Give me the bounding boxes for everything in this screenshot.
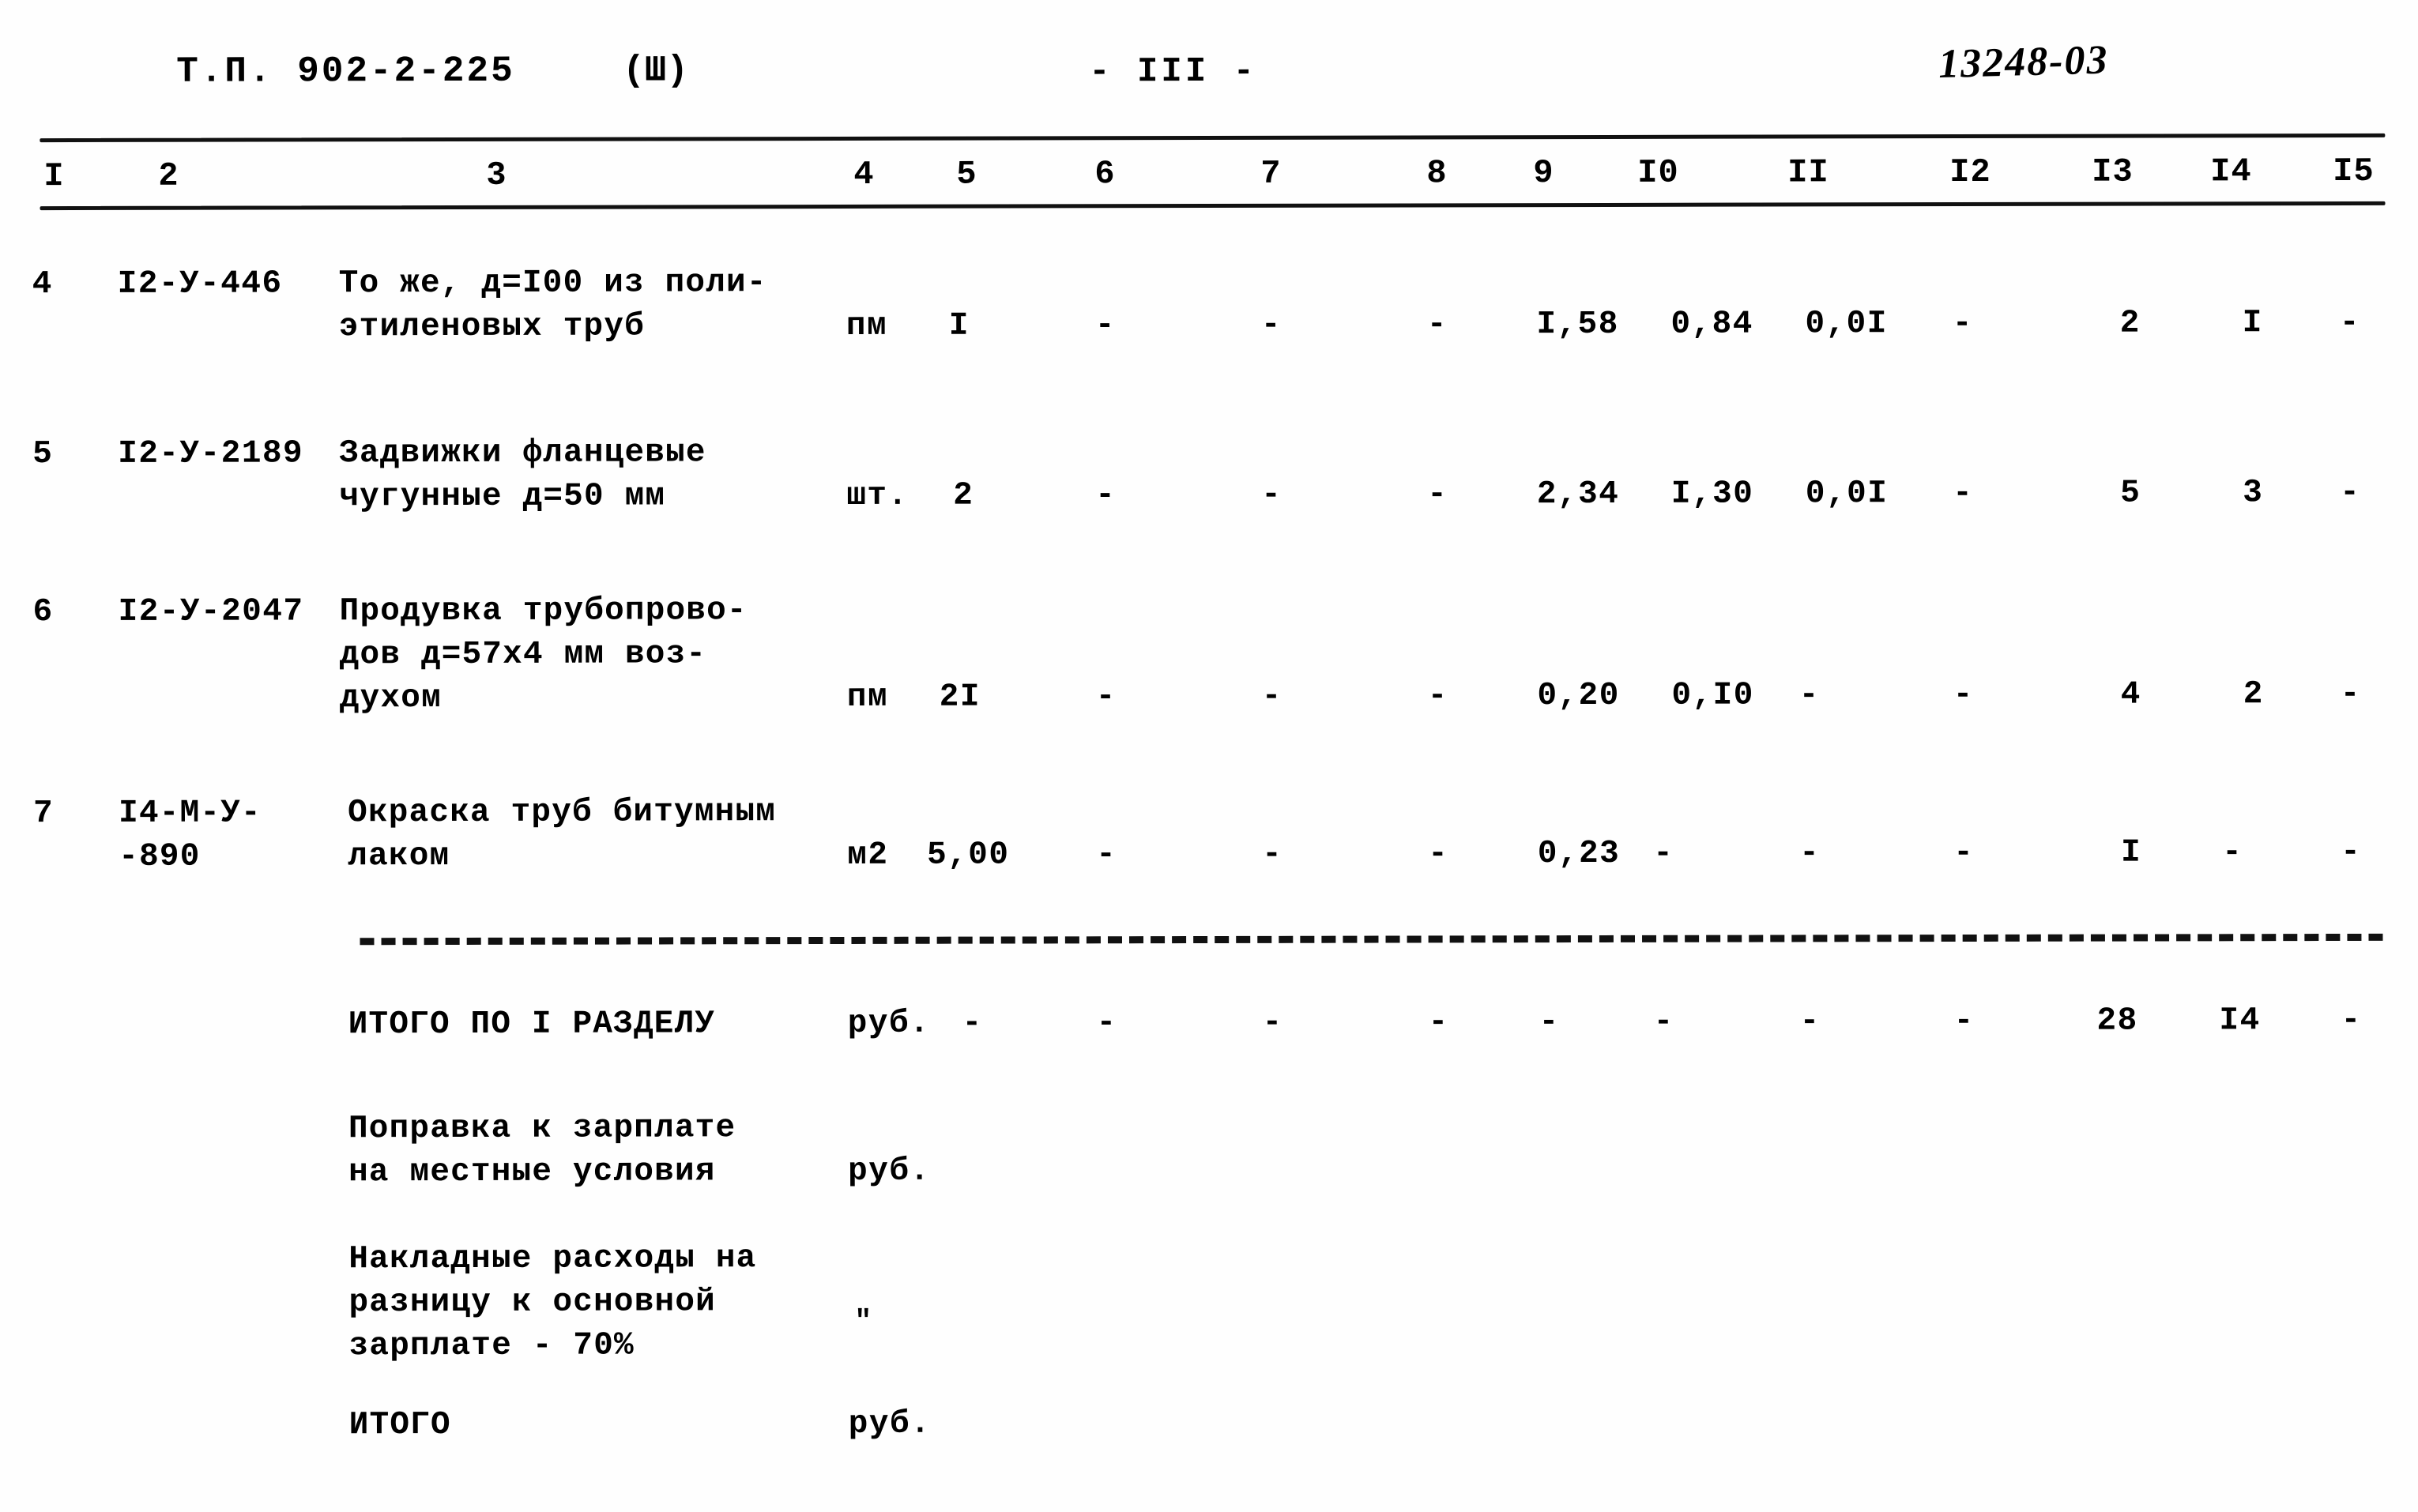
row-col15: -: [2339, 304, 2360, 342]
row-col11: -: [1798, 677, 1820, 714]
document-page: Т.П. 902-2-225 (Ш) - III - 13248-03 I 2 …: [0, 0, 2418, 1512]
row-unit: пм: [846, 679, 889, 716]
row-col11: 0,0I: [1805, 306, 1888, 343]
row-col12: -: [1953, 834, 1975, 872]
row-col9: 0,23: [1537, 835, 1621, 873]
column-header-2: 2: [158, 156, 179, 195]
row-col11: -: [1799, 835, 1821, 872]
row-description: Продувка трубопрово- дов д=57х4 мм воз- …: [339, 592, 748, 717]
row-col12: -: [1953, 676, 1974, 714]
summary-label: Накладные расходы на разницу к основной …: [348, 1240, 757, 1365]
summary-col11: -: [1799, 1003, 1821, 1040]
row-description: То же, д=I00 из поли- этиленовых труб: [338, 265, 767, 346]
table-row: 4: [32, 266, 53, 303]
summary-unit: руб.: [847, 1005, 931, 1042]
table-row: 5: [32, 436, 54, 473]
row-col14: 3: [2243, 475, 2264, 512]
table-row: 6: [32, 594, 54, 631]
column-header-12: I2: [1949, 152, 1991, 192]
row-col12: -: [1952, 305, 1973, 343]
row-col13: 4: [2120, 676, 2141, 713]
column-header-1: I: [43, 157, 65, 196]
row-col15: -: [2341, 833, 2362, 871]
row-col7: -: [1261, 678, 1282, 715]
table-rule-bottom: [40, 201, 2386, 211]
summary-unit: руб.: [848, 1153, 931, 1190]
row-code: I4-М-У- -890: [119, 795, 262, 875]
row-col13: I: [2121, 834, 2142, 871]
row-unit: м2: [847, 837, 889, 874]
row-qty: 2I: [939, 679, 981, 716]
row-col7: -: [1261, 476, 1282, 513]
column-header-10: I0: [1637, 153, 1679, 192]
stamp-number: 13248-03: [1938, 37, 2110, 88]
summary-unit: ": [854, 1304, 873, 1337]
row-qty: I: [948, 307, 970, 344]
row-code: I2-У-2189: [118, 435, 304, 472]
row-col6: -: [1094, 307, 1116, 344]
column-header-5: 5: [956, 155, 977, 194]
row-col13: 2: [2119, 305, 2141, 342]
column-header-4: 4: [853, 155, 875, 194]
row-col7: -: [1262, 836, 1283, 873]
summary-col15: -: [2341, 1002, 2362, 1040]
table-rule-top: [40, 133, 2386, 143]
row-col13: 5: [2120, 475, 2141, 512]
row-col6: -: [1096, 837, 1117, 874]
column-header-7: 7: [1260, 154, 1282, 193]
column-header-3: 3: [486, 156, 507, 194]
summary-label: ИТОГО: [348, 1407, 451, 1444]
column-header-15: I5: [2333, 152, 2375, 191]
summary-col10: -: [1653, 1003, 1674, 1040]
row-col6: -: [1095, 679, 1117, 716]
column-header-14: I4: [2210, 152, 2252, 191]
document-code: Т.П. 902-2-225: [176, 50, 515, 92]
row-code: I2-У-446: [117, 265, 283, 303]
row-col15: -: [2340, 675, 2361, 713]
row-col14: I: [2242, 305, 2263, 342]
table-row: 7: [33, 795, 55, 833]
section-separator: [360, 933, 2383, 946]
row-col11: 0,0I: [1805, 476, 1889, 513]
summary-col12: -: [1953, 1002, 1975, 1040]
row-col14: 2: [2243, 676, 2264, 713]
summary-col8: -: [1428, 1004, 1449, 1041]
row-description: Задвижки фланцевые чугунные д=50 мм: [339, 434, 706, 516]
summary-label: ИТОГО ПО I РАЗДЕЛУ: [348, 1006, 716, 1044]
column-header-8: 8: [1426, 154, 1448, 193]
document-variant: (Ш): [623, 50, 689, 92]
scanned-sheet: Т.П. 902-2-225 (Ш) - III - 13248-03 I 2 …: [0, 0, 2418, 1512]
summary-col6: -: [1096, 1005, 1117, 1042]
row-col12: -: [1953, 475, 1974, 513]
row-qty: 2: [953, 477, 974, 514]
row-col7: -: [1260, 307, 1282, 344]
summary-label: Поправка к зарплате на местные условия: [348, 1110, 736, 1191]
column-header-11: II: [1787, 153, 1829, 192]
summary-col7: -: [1262, 1004, 1283, 1041]
row-col10: 0,I0: [1671, 677, 1754, 714]
row-unit: пм: [846, 307, 888, 344]
row-col10: -: [1653, 835, 1674, 872]
summary-col9: -: [1539, 1004, 1560, 1041]
column-header-9: 9: [1533, 154, 1554, 193]
row-description: Окраска труб битумным лаком: [348, 794, 777, 875]
column-header-13: I3: [2092, 152, 2134, 191]
summary-col13: 28: [2096, 1002, 2138, 1040]
row-col6: -: [1095, 477, 1117, 514]
page-label: - III -: [1089, 51, 1258, 92]
summary-unit: руб.: [848, 1405, 932, 1442]
summary-qty: -: [962, 1005, 983, 1042]
row-unit: шт.: [846, 477, 909, 514]
row-code: I2-У-2047: [118, 593, 304, 630]
row-qty: 5,00: [926, 837, 1010, 874]
summary-col14: I4: [2219, 1002, 2261, 1040]
row-col15: -: [2340, 474, 2361, 512]
column-header-6: 6: [1094, 155, 1116, 194]
row-col14: -: [2222, 834, 2243, 871]
